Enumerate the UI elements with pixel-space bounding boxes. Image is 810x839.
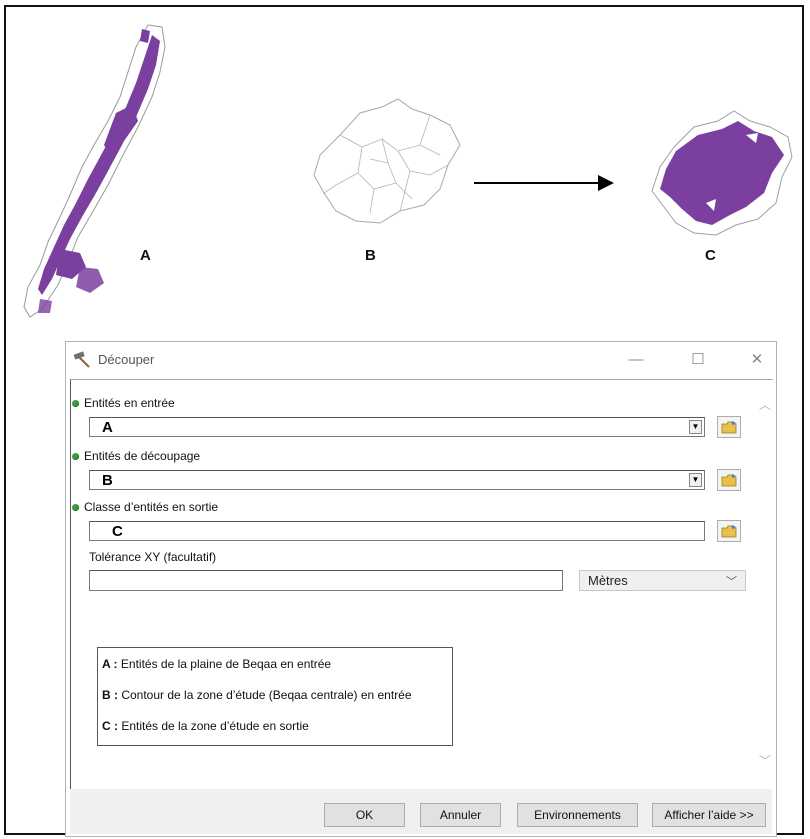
open-folder-icon [721, 421, 737, 434]
required-icon [72, 400, 79, 408]
clip-features-value: B [102, 472, 113, 489]
map-label-c: C [705, 247, 716, 264]
output-feature-class-value: C [112, 523, 123, 540]
required-icon [72, 504, 79, 512]
input-features-combo[interactable]: A ▼ [89, 417, 705, 437]
required-icon [72, 453, 79, 461]
dropdown-arrow-icon[interactable]: ▼ [689, 473, 702, 487]
xy-tolerance-label: Tolérance XY (facultatif) [89, 550, 217, 564]
close-button[interactable]: ✕ [742, 348, 772, 372]
clip-features-label: Entités de découpage [72, 449, 200, 463]
figure-frame: A B C Découper — ☐ ✕ ︿ ﹀ Entités en entr… [4, 5, 804, 837]
browse-output-button[interactable] [717, 520, 741, 542]
units-value: Mètres [588, 573, 628, 588]
browse-input-button[interactable] [717, 416, 741, 438]
map-c-study-area-output [651, 110, 793, 236]
dropdown-arrow-icon[interactable]: ▼ [689, 420, 702, 434]
maximize-button[interactable]: ☐ [683, 348, 713, 372]
legend-box: A : Entités de la plaine de Beqaa en ent… [97, 647, 453, 746]
chevron-down-icon: ﹀ [726, 576, 737, 588]
minimize-button[interactable]: — [621, 348, 651, 372]
hammer-icon [73, 351, 90, 368]
arrow-icon [474, 175, 614, 191]
output-feature-class-input[interactable]: C [89, 521, 705, 541]
scroll-up-icon[interactable]: ︿ [757, 396, 773, 412]
input-features-label: Entités en entrée [72, 396, 175, 410]
open-folder-icon [721, 474, 737, 487]
dialog-titlebar[interactable]: Découper — ☐ ✕ [66, 342, 776, 378]
dialog-footer: OK Annuler Environnements Afficher l’aid… [70, 789, 772, 834]
ok-button[interactable]: OK [324, 803, 405, 827]
cancel-button[interactable]: Annuler [420, 803, 501, 827]
show-help-button[interactable]: Afficher l’aide >> [652, 803, 766, 827]
clip-features-combo[interactable]: B ▼ [89, 470, 705, 490]
map-b-study-area-outline [313, 98, 461, 224]
clip-dialog: Découper — ☐ ✕ ︿ ﹀ Entités en entrée A ▼ [65, 341, 777, 837]
scroll-down-icon[interactable]: ﹀ [757, 752, 773, 768]
input-features-value: A [102, 419, 113, 436]
dialog-content: ︿ ﹀ Entités en entrée A ▼ Entités de déc… [70, 379, 773, 790]
map-label-b: B [365, 247, 376, 264]
map-a-beqaa-plain [23, 24, 166, 318]
open-folder-icon [721, 525, 737, 538]
legend-item-c: C : Entités de la zone d’étude en sortie [102, 719, 309, 733]
legend-item-b: B : Contour de la zone d’étude (Beqaa ce… [102, 688, 412, 702]
units-select[interactable]: Mètres ﹀ [579, 570, 746, 591]
browse-clip-button[interactable] [717, 469, 741, 491]
output-feature-class-label: Classe d’entités en sortie [72, 500, 218, 514]
xy-tolerance-input[interactable] [89, 570, 563, 591]
environments-button[interactable]: Environnements [517, 803, 638, 827]
legend-item-a: A : Entités de la plaine de Beqaa en ent… [102, 657, 332, 671]
dialog-title: Découper [98, 352, 155, 367]
map-label-a: A [140, 247, 151, 264]
